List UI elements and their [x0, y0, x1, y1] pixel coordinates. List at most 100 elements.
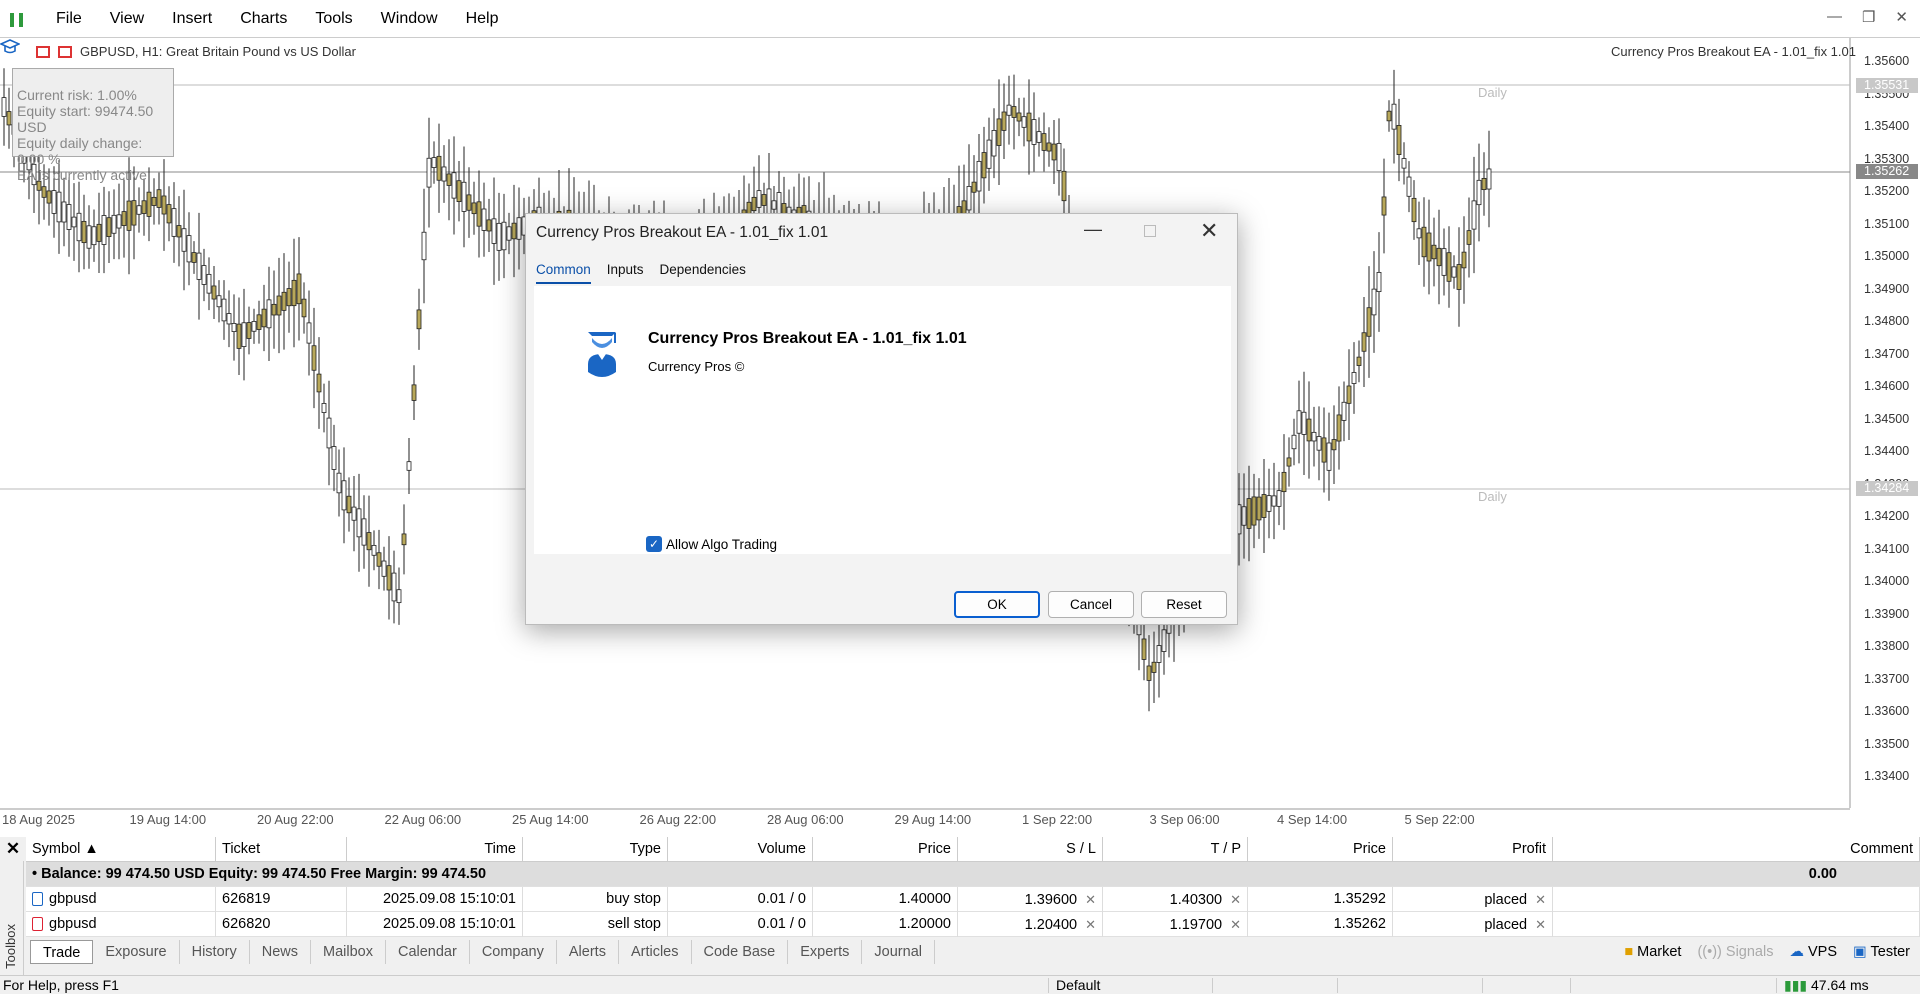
price-tick: 1.35000 [1864, 249, 1910, 263]
tab-common[interactable]: Common [536, 262, 591, 284]
vps-link[interactable]: ☁ VPS [1789, 940, 1837, 964]
close-icon[interactable]: ✕ [1895, 8, 1908, 26]
tab-company[interactable]: Company [470, 940, 557, 964]
restore-icon[interactable]: ❐ [1862, 8, 1875, 26]
sell-order-icon [32, 916, 43, 931]
candle-body [491, 218, 497, 244]
candle-body [451, 172, 457, 199]
candle-body [221, 298, 227, 322]
remove-sl-icon[interactable]: ✕ [1085, 917, 1096, 932]
candle-body [1016, 112, 1022, 122]
col-sl[interactable]: S / L [958, 836, 1103, 862]
remove-tp-icon[interactable]: ✕ [1230, 892, 1241, 907]
algo-trading-checkbox[interactable]: ✓ [646, 536, 662, 552]
menu-window[interactable]: Window [367, 0, 452, 37]
candle-body [991, 130, 997, 157]
tab-news[interactable]: News [250, 940, 311, 964]
candle-body [1341, 401, 1347, 421]
table-row[interactable]: gbpusd 626820 2025.09.08 15:10:01 sell s… [26, 911, 1920, 937]
candle-body [771, 200, 777, 210]
tab-code-base[interactable]: Code Base [692, 940, 789, 964]
candle-body [1371, 288, 1377, 316]
algo-trading-label: Allow Algo Trading [666, 536, 778, 552]
candle-body [1276, 490, 1282, 507]
time-tick: 25 Aug 14:00 [512, 812, 589, 827]
col-volume[interactable]: Volume [668, 836, 813, 862]
ok-button[interactable]: OK [954, 591, 1040, 618]
menu-tools[interactable]: Tools [301, 0, 366, 37]
candle-body [316, 373, 322, 393]
candle-body [416, 309, 422, 330]
close-order-icon[interactable]: ✕ [1535, 892, 1546, 907]
toolbox-close-icon[interactable]: ✕ [0, 837, 26, 861]
tab-inputs[interactable]: Inputs [607, 262, 644, 284]
candle-body [1156, 645, 1162, 663]
close-order-icon[interactable]: ✕ [1535, 917, 1546, 932]
price-tick: 1.34100 [1864, 541, 1910, 556]
graduation-hat-icon[interactable] [0, 38, 20, 56]
chart-bar-icon[interactable] [58, 45, 72, 58]
reset-button[interactable]: Reset [1141, 591, 1227, 618]
tab-calendar[interactable]: Calendar [386, 940, 470, 964]
daily-high-label: Daily [1478, 85, 1507, 100]
row-volume: 0.01 / 0 [668, 886, 813, 912]
col-ticket[interactable]: Ticket [216, 836, 347, 862]
candle-body [1311, 431, 1317, 442]
row-current-price: 1.35292 [1248, 886, 1393, 912]
candle-body [206, 273, 212, 294]
remove-tp-icon[interactable]: ✕ [1230, 917, 1241, 932]
minimize-icon[interactable]: — [1827, 8, 1842, 26]
tab-history[interactable]: History [180, 940, 250, 964]
tab-experts[interactable]: Experts [788, 940, 863, 964]
tab-alerts[interactable]: Alerts [557, 940, 619, 964]
candle-body [506, 226, 512, 241]
dialog-close-icon[interactable]: ✕ [1200, 218, 1218, 244]
col-comment[interactable]: Comment [1553, 836, 1920, 862]
candle-body [436, 155, 442, 181]
price-tick: 1.35200 [1864, 184, 1910, 198]
menu-help[interactable]: Help [452, 0, 513, 37]
tab-journal[interactable]: Journal [862, 940, 935, 964]
signals-link[interactable]: ((•)) Signals [1697, 940, 1773, 964]
candle-body [1431, 244, 1437, 260]
menu-charts[interactable]: Charts [226, 0, 301, 37]
allow-algo-trading[interactable]: ✓ Allow Algo Trading [646, 536, 777, 552]
candle-body [121, 211, 127, 226]
candle-body [216, 295, 222, 308]
tab-trade[interactable]: Trade [30, 940, 94, 964]
tab-exposure[interactable]: Exposure [93, 940, 180, 964]
col-time[interactable]: Time [347, 836, 523, 862]
col-symbol[interactable]: Symbol ▲ [26, 836, 216, 862]
remove-sl-icon[interactable]: ✕ [1085, 892, 1096, 907]
menu-insert[interactable]: Insert [158, 0, 226, 37]
candle-body [366, 532, 372, 551]
tester-link[interactable]: ▣ Tester [1853, 940, 1910, 964]
cancel-button[interactable]: Cancel [1048, 591, 1134, 618]
tab-articles[interactable]: Articles [619, 940, 692, 964]
dialog-minimize-icon[interactable]: — [1084, 219, 1102, 240]
time-tick: 3 Sep 06:00 [1149, 812, 1220, 827]
col-price[interactable]: Price [813, 836, 958, 862]
table-row[interactable]: gbpusd 626819 2025.09.08 15:10:01 buy st… [26, 886, 1920, 912]
col-type[interactable]: Type [523, 836, 668, 862]
menu-file[interactable]: File [42, 0, 96, 37]
menu-view[interactable]: View [96, 0, 158, 37]
row-tp: 1.19700 [1169, 916, 1223, 933]
price-tick: 1.33700 [1864, 671, 1910, 686]
candle-body [66, 204, 72, 230]
col-tp[interactable]: T / P [1103, 836, 1248, 862]
tab-dependencies[interactable]: Dependencies [660, 262, 746, 284]
chart-menu-icon[interactable] [36, 45, 50, 58]
candle-body [1426, 232, 1432, 262]
market-link[interactable]: ■ Market [1624, 940, 1681, 964]
col-current-price[interactable]: Price [1248, 836, 1393, 862]
candle-body [381, 560, 387, 577]
tester-icon: ▣ [1853, 944, 1867, 960]
candle-body [1286, 457, 1292, 467]
balance-row[interactable]: • Balance: 99 474.50 USD Equity: 99 474.… [26, 862, 1920, 887]
candle-body [361, 518, 367, 546]
candle-body [1471, 200, 1477, 230]
tab-mailbox[interactable]: Mailbox [311, 940, 386, 964]
col-profit[interactable]: Profit [1393, 836, 1553, 862]
candle-body [981, 152, 987, 179]
